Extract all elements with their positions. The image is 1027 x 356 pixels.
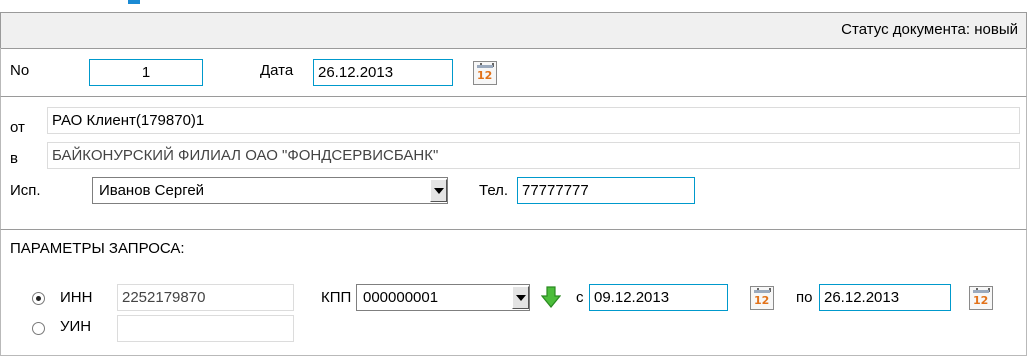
to-label: в	[10, 150, 18, 167]
from-field: РАО Клиент(179870)1	[47, 107, 1020, 134]
phone-field[interactable]: 77777777	[517, 177, 695, 204]
phone-label: Тел.	[479, 182, 509, 199]
kpp-select-value: 000000001	[363, 289, 439, 306]
document-number-field[interactable]: 1	[89, 59, 203, 86]
uin-radio[interactable]	[32, 322, 45, 335]
document-status: Статус документа: новый	[841, 21, 1018, 38]
date-from-field[interactable]: 09.12.2013	[589, 284, 728, 311]
header-accent-mark	[128, 0, 140, 4]
apply-arrow-down-icon[interactable]	[541, 286, 561, 308]
params-title: ПАРАМЕТРЫ ЗАПРОСА:	[10, 240, 185, 257]
kpp-select[interactable]: 000000001	[356, 284, 530, 311]
calendar-icon-number: 12	[477, 69, 493, 82]
kpp-label: КПП	[321, 289, 352, 306]
inn-label: ИНН	[60, 289, 93, 306]
date-to-label: по	[796, 289, 813, 306]
calendar-icon-number: 12	[754, 294, 770, 307]
date-label: Дата	[260, 62, 294, 79]
inn-field: 2252179870	[117, 284, 294, 311]
to-field: БАЙКОНУРСКИЙ ФИЛИАЛ ОАО "ФОНДСЕРВИСБАНК"	[47, 142, 1020, 169]
inn-radio[interactable]	[32, 292, 45, 305]
date-to-field[interactable]: 26.12.2013	[819, 284, 951, 311]
calendar-icon[interactable]: 12	[473, 61, 497, 85]
number-label: No	[10, 62, 30, 79]
calendar-icon[interactable]: 12	[969, 286, 993, 310]
executor-select-value: Иванов Сергей	[99, 182, 205, 199]
calendar-icon[interactable]: 12	[750, 286, 774, 310]
document-header-section: No 1 Дата 26.12.2013 12	[0, 48, 1027, 97]
executor-select[interactable]: Иванов Сергей	[92, 177, 448, 204]
parties-section: от РАО Клиент(179870)1 в БАЙКОНУРСКИЙ ФИ…	[0, 96, 1027, 230]
uin-label: УИН	[60, 318, 92, 335]
status-bar: Статус документа: новый	[0, 12, 1027, 49]
calendar-icon-number: 12	[973, 294, 989, 307]
chevron-down-icon[interactable]	[430, 179, 447, 202]
uin-field[interactable]	[117, 315, 294, 342]
request-params-section: ПАРАМЕТРЫ ЗАПРОСА: ИНН 2252179870 КПП 00…	[0, 229, 1027, 356]
from-label: от	[10, 119, 25, 136]
executor-label: Исп.	[10, 182, 41, 199]
document-date-field[interactable]: 26.12.2013	[313, 59, 453, 86]
chevron-down-icon[interactable]	[512, 286, 529, 309]
date-from-label: с	[576, 289, 584, 306]
